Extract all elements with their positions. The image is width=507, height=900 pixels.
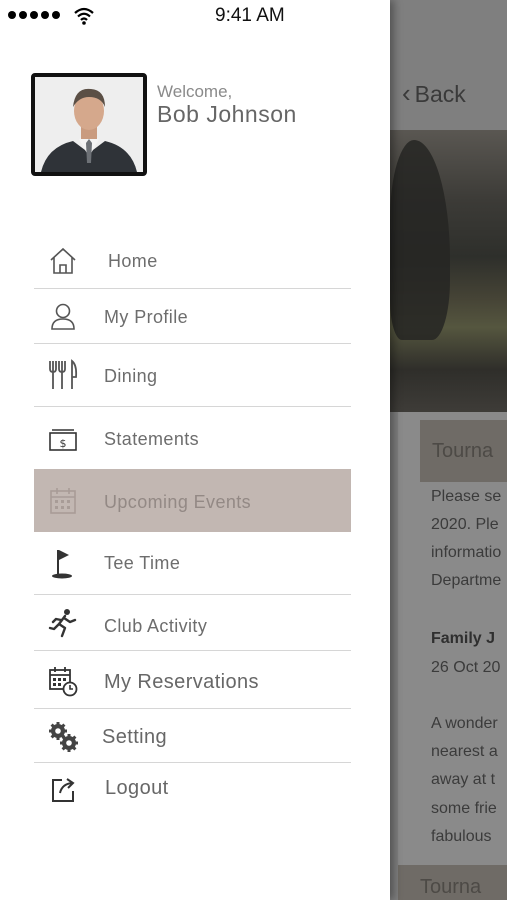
desc-line: some frie: [431, 800, 497, 817]
desc-line: nearest a: [431, 743, 498, 760]
menu-label: Upcoming Events: [104, 492, 252, 512]
body-line: 2020. Ple: [431, 516, 499, 533]
side-drawer: 9:41 AM Welcome, Bob Johnson Home My Pro…: [0, 0, 390, 900]
menu-item-club-activity[interactable]: Club Activity: [34, 595, 351, 651]
statements-icon: $: [46, 423, 80, 457]
menu-label: Setting: [102, 726, 168, 748]
menu-item-setting[interactable]: Setting: [34, 709, 351, 763]
body-line: Departme: [431, 572, 502, 589]
avatar[interactable]: [31, 73, 147, 176]
home-icon: [46, 244, 80, 278]
golf-flag-icon: [46, 546, 80, 580]
menu-item-tee-time[interactable]: Tee Time: [34, 532, 351, 595]
user-name: Bob Johnson: [157, 101, 297, 127]
profile-photo: [35, 77, 143, 172]
body-line: informatio: [431, 544, 502, 561]
signal-icon: [8, 11, 60, 19]
reservations-icon: [46, 664, 80, 698]
menu-label: Home: [108, 251, 158, 271]
running-icon: [46, 606, 80, 640]
menu-label: Logout: [105, 777, 169, 799]
event-date: 26 Oct 20: [431, 659, 501, 676]
svg-text:$: $: [60, 437, 67, 450]
status-time: 9:41 AM: [215, 5, 285, 26]
chevron-left-icon: ‹: [402, 78, 411, 108]
desc-line: fabulous: [431, 828, 492, 845]
status-bar: 9:41 AM: [0, 0, 390, 32]
menu-label: Club Activity: [104, 616, 208, 636]
logout-icon: [46, 773, 80, 807]
menu-label: Statements: [104, 429, 200, 449]
menu-label: My Reservations: [104, 671, 259, 693]
calendar-icon: [46, 484, 80, 518]
wifi-icon: [74, 7, 94, 25]
menu-item-statements[interactable]: $ Statements: [34, 407, 351, 469]
golf-course-photo: [390, 130, 507, 470]
menu-label: Dining: [104, 366, 158, 386]
menu-label: Tee Time: [104, 553, 181, 573]
bottom-section-title: Tourna: [398, 865, 507, 900]
menu-label: My Profile: [104, 307, 189, 327]
back-button[interactable]: ‹ Back: [402, 78, 466, 109]
menu-item-my-reservations[interactable]: My Reservations: [34, 651, 351, 709]
dining-icon: [46, 358, 80, 392]
welcome-text: Welcome,: [157, 82, 233, 101]
desc-line: A wonder: [431, 715, 498, 732]
menu-item-home[interactable]: Home: [34, 235, 351, 289]
profile-icon: [46, 299, 80, 333]
desc-line: away at t: [431, 771, 496, 788]
event-name: Family J: [431, 630, 496, 647]
menu-item-logout[interactable]: Logout: [34, 763, 351, 815]
gears-icon: [46, 720, 80, 754]
body-line: Please se: [431, 488, 502, 505]
section-title: Tourna: [420, 420, 507, 482]
back-label: Back: [414, 81, 466, 107]
menu-item-dining[interactable]: Dining: [34, 344, 351, 407]
menu-item-upcoming-events[interactable]: Upcoming Events: [34, 469, 351, 532]
menu-item-my-profile[interactable]: My Profile: [34, 289, 351, 344]
event-detail-panel: [398, 412, 507, 900]
